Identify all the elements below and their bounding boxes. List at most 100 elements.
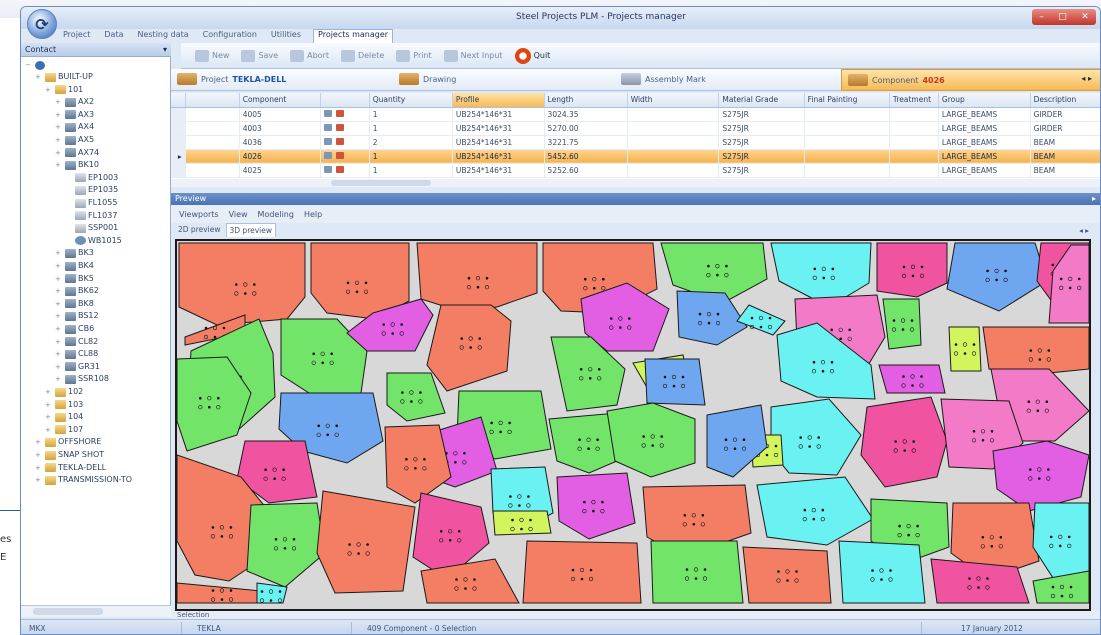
tab-2d-preview[interactable]: 2D preview <box>175 223 224 237</box>
expand-icon[interactable]: + <box>55 348 63 360</box>
expand-icon[interactable]: + <box>35 462 43 474</box>
expand-icon[interactable]: + <box>45 411 53 423</box>
column-header[interactable]: Group <box>938 93 1031 108</box>
abort-button[interactable]: Abort <box>286 48 333 64</box>
expand-icon[interactable]: + <box>45 84 53 96</box>
column-header[interactable]: Quantity <box>369 93 453 108</box>
quit-button[interactable]: Quit <box>511 46 555 66</box>
print-button[interactable]: Print <box>392 48 435 64</box>
expand-icon[interactable]: + <box>55 247 63 259</box>
next-input-button[interactable]: Next Input <box>440 48 507 64</box>
tab-configuration[interactable]: Configuration <box>201 29 259 43</box>
column-header[interactable]: Description <box>1030 93 1100 108</box>
window-controls[interactable]: – □ ✕ <box>1032 9 1096 25</box>
minimize-icon[interactable]: – <box>1039 12 1044 22</box>
expand-icon[interactable]: + <box>55 336 63 348</box>
tree-node[interactable]: + AX2 <box>55 96 94 108</box>
nested-part[interactable] <box>556 472 636 540</box>
expand-icon[interactable]: + <box>55 96 63 108</box>
grid-horizontal-scrollbar[interactable] <box>171 179 1100 187</box>
drawing-tab[interactable]: Drawing <box>399 73 456 85</box>
tree-node[interactable]: +104 <box>45 411 83 423</box>
nested-part[interactable] <box>878 364 946 394</box>
nested-part[interactable] <box>246 502 326 588</box>
tree-node[interactable]: + AX74 <box>55 147 99 159</box>
tree-node[interactable]: + BK8 <box>55 298 94 310</box>
expand-icon[interactable]: + <box>35 474 43 486</box>
tree-node[interactable]: + AX3 <box>55 109 94 121</box>
nested-part[interactable] <box>426 304 512 392</box>
tree-node[interactable]: + BS12 <box>55 310 99 322</box>
tab-projects-manager[interactable]: Projects manager <box>313 29 394 43</box>
tree-node[interactable]: +103 <box>45 399 83 411</box>
pin-icon[interactable]: ▾ <box>163 45 167 54</box>
nested-part[interactable] <box>178 242 306 326</box>
nested-part[interactable] <box>982 326 1089 374</box>
tree-node[interactable]: FL1037 <box>65 210 117 222</box>
tree-node[interactable]: + AX5 <box>55 134 94 146</box>
tree-node[interactable]: EP1003 <box>65 172 118 184</box>
menu-view[interactable]: View <box>229 210 248 219</box>
tree-node[interactable]: + CL82 <box>55 336 98 348</box>
tree-node[interactable]: + BUILT-UP <box>35 71 93 83</box>
expand-icon[interactable]: + <box>55 147 63 159</box>
table-row[interactable]: 4025 1 UB254*146*31 5252.60 S275JR LARGE_BEAM… <box>171 163 1100 178</box>
nested-part[interactable] <box>676 290 748 346</box>
tree-horizontal-scrollbar[interactable] <box>21 605 171 617</box>
nested-part[interactable] <box>650 540 744 604</box>
nav-arrows[interactable]: ◂ ▸ <box>1081 74 1092 83</box>
application-menu-button[interactable]: ⟳ <box>27 9 57 39</box>
assembly-mark-tab[interactable]: Assembly Mark <box>621 73 706 85</box>
tree-root[interactable]: − <box>25 59 45 71</box>
maximize-icon[interactable]: □ <box>1058 12 1067 22</box>
expand-icon[interactable]: + <box>55 310 63 322</box>
expand-icon[interactable]: + <box>45 386 53 398</box>
tab-3d-preview[interactable]: 3D preview <box>225 223 276 237</box>
expand-icon[interactable]: + <box>55 361 63 373</box>
tree-node[interactable]: +101 <box>45 84 83 96</box>
preview-tab-nav[interactable]: ◂ ▸ <box>1076 224 1092 237</box>
expand-icon[interactable]: + <box>55 159 63 171</box>
expand-icon[interactable]: + <box>55 273 63 285</box>
nested-part[interactable] <box>1032 570 1089 604</box>
tree-node[interactable]: +102 <box>45 386 83 398</box>
grid-scrollbar-thumb[interactable] <box>331 180 431 186</box>
tree-node[interactable]: + OFFSHORE <box>35 436 101 448</box>
delete-button[interactable]: Delete <box>337 48 388 64</box>
nested-part[interactable] <box>644 358 706 406</box>
tree-node[interactable]: FL1055 <box>65 197 117 209</box>
tree-node[interactable]: + BK4 <box>55 260 94 272</box>
table-row[interactable]: ▸ 4026 1 UB254*146*31 5452.60 S275JR LARGE_BEA… <box>171 149 1100 164</box>
nested-part[interactable] <box>946 242 1048 312</box>
tree-node[interactable]: + AX4 <box>55 121 94 133</box>
expand-icon[interactable]: + <box>55 134 63 146</box>
expand-icon[interactable]: + <box>45 399 53 411</box>
nested-part[interactable] <box>876 242 948 298</box>
expand-icon[interactable]: + <box>35 436 43 448</box>
nested-part[interactable] <box>948 326 982 372</box>
close-icon[interactable]: ✕ <box>1081 12 1089 22</box>
nested-part[interactable] <box>882 298 922 350</box>
nested-part[interactable] <box>384 424 452 504</box>
expand-icon[interactable]: + <box>55 285 63 297</box>
table-row[interactable]: 4003 1 UB254*146*31 5270.00 S275JR LARGE_BEAM… <box>171 121 1100 136</box>
preview-collapse-icon[interactable]: ▸ <box>1092 194 1096 204</box>
menu-viewports[interactable]: Viewports <box>179 210 219 219</box>
expand-icon[interactable]: + <box>45 424 53 436</box>
nested-part[interactable] <box>316 490 416 594</box>
menu-modeling[interactable]: Modeling <box>258 210 294 219</box>
column-header[interactable]: Material Grade <box>718 93 805 108</box>
expand-icon[interactable]: + <box>55 109 63 121</box>
tree-node[interactable]: + BK3 <box>55 247 94 259</box>
tree-node[interactable]: + CB6 <box>55 323 94 335</box>
expand-icon[interactable]: + <box>35 449 43 461</box>
tree-node[interactable]: + CL88 <box>55 348 98 360</box>
column-header[interactable]: Final Painting <box>804 93 890 108</box>
table-row[interactable]: 4036 2 UB254*146*31 3221.75 S275JR LARGE_BEAM… <box>171 135 1100 150</box>
nested-part[interactable] <box>1032 502 1089 582</box>
expand-icon[interactable]: + <box>55 323 63 335</box>
expand-icon[interactable]: + <box>35 71 43 83</box>
tab-project[interactable]: Project <box>61 29 92 43</box>
tree-node[interactable]: + GR31 <box>55 361 100 373</box>
tree-node[interactable]: + BK62 <box>55 285 99 297</box>
